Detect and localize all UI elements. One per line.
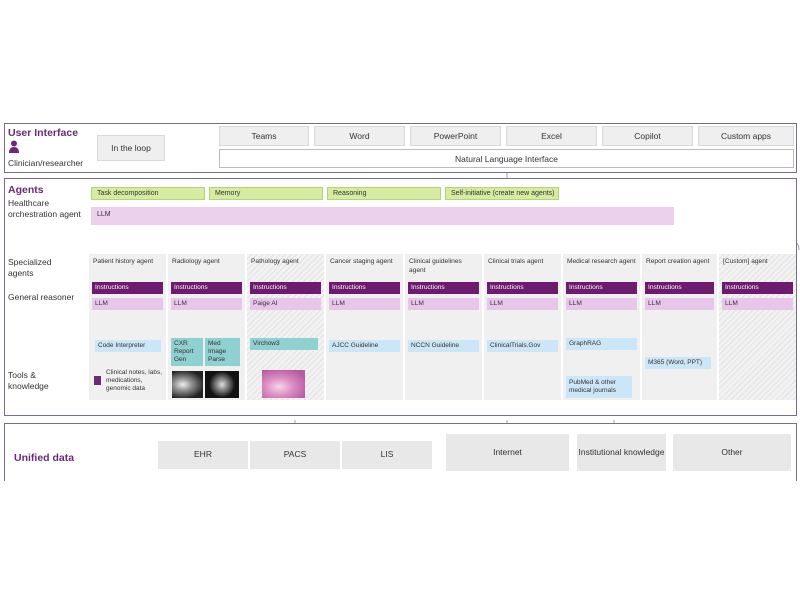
ct-scan-image [205, 371, 239, 398]
data-source-internet[interactable]: Internet [446, 434, 569, 471]
capability-reasoning: Reasoning [327, 187, 441, 200]
agent-column-clinical-guidelines[interactable]: Clinical guidelines agent Instructions L… [405, 254, 482, 400]
agent-name: Clinical guidelines agent [409, 258, 462, 274]
tool-clinical-data: Clinical notes, labs, medications, genom… [106, 369, 162, 393]
instructions-bar: Instructions [171, 282, 242, 294]
general-reasoner-label: General reasoner [8, 292, 75, 302]
in-the-loop-box: In the loop [97, 135, 165, 161]
specialized-agents-label: Specialized agents [8, 257, 52, 278]
agent-name: Radiology agent [172, 258, 220, 265]
instructions-bar: Instructions [329, 282, 400, 294]
llm-bar: LLM [408, 298, 479, 310]
orchestrator-llm: LLM [91, 207, 674, 225]
agent-column-cancer-staging[interactable]: Cancer staging agent Instructions LLM AJ… [326, 254, 403, 400]
pathology-slide-image [262, 370, 305, 398]
instructions-bar: Instructions [645, 282, 714, 294]
tool-m365: M365 (Word, PPT) [645, 357, 711, 369]
instructions-bar: Instructions [566, 282, 637, 294]
capability-memory: Memory [209, 187, 323, 200]
tool-pubmed: PubMed & other medical journals [566, 376, 632, 398]
chest-xray-image [172, 371, 203, 398]
llm-bar: LLM [645, 298, 714, 310]
llm-bar: LLM [171, 298, 242, 310]
instructions-bar: Instructions [250, 282, 321, 294]
unified-data-title: Unified data [14, 452, 75, 464]
tool-graphrag: GraphRAG [566, 338, 637, 350]
app-word[interactable]: Word [314, 126, 405, 146]
llm-bar: LLM [487, 298, 558, 310]
tool-cxr-report-gen: CXR Report Gen [171, 338, 203, 366]
tool-nccn-guideline: NCCN Guideline [408, 340, 479, 352]
natural-language-interface[interactable]: Natural Language Interface [219, 149, 794, 168]
llm-bar: LLM [566, 298, 637, 310]
agent-column-clinical-trials[interactable]: Clinical trials agent Instructions LLM C… [484, 254, 561, 400]
agents-title: Agents [8, 184, 44, 196]
capability-task-decomposition: Task decomposition [91, 187, 205, 200]
data-source-other[interactable]: Other [673, 434, 791, 471]
agent-column-pathology[interactable]: Pathology agent Instructions Paige AI Vi… [247, 254, 324, 400]
agent-name: Report creation agent [646, 258, 710, 265]
capability-self-initiative: Self-initiative (create new agents) [445, 187, 559, 200]
tool-code-interpreter: Code Interpreter [95, 340, 161, 352]
app-custom-apps[interactable]: Custom apps [698, 126, 794, 146]
agent-column-medical-research[interactable]: Medical research agent Instructions LLM … [563, 254, 640, 400]
agent-column-radiology[interactable]: Radiology agent Instructions LLM CXR Rep… [168, 254, 245, 400]
app-powerpoint[interactable]: PowerPoint [410, 126, 501, 146]
user-interface-subtitle: Clinician/researcher [8, 158, 84, 168]
llm-bar: LLM [329, 298, 400, 310]
instructions-bar: Instructions [92, 282, 163, 294]
data-source-ehr[interactable]: EHR [158, 441, 248, 469]
user-icon [9, 140, 19, 153]
tool-ajcc-guideline: AJCC Guideline [329, 340, 400, 352]
instructions-bar: Instructions [722, 282, 793, 294]
tool-med-image-parse: Med Image Parse [205, 338, 240, 366]
data-source-lis[interactable]: LIS [342, 441, 432, 469]
tool-virchow3: Virchow3 [250, 338, 318, 350]
agent-name: Clinical trials agent [488, 258, 544, 265]
instructions-bar: Instructions [408, 282, 479, 294]
agent-column-patient-history[interactable]: Patient history agent Instructions LLM C… [89, 254, 166, 400]
agent-column-report-creation[interactable]: Report creation agent Instructions LLM M… [642, 254, 717, 400]
tools-knowledge-label: Tools & knowledge [8, 370, 49, 391]
agent-name: Cancer staging agent [330, 258, 393, 265]
agent-name: [Custom] agent [723, 258, 768, 265]
instructions-bar: Instructions [487, 282, 558, 294]
app-excel[interactable]: Excel [506, 126, 597, 146]
data-source-pacs[interactable]: PACS [250, 441, 340, 469]
app-teams[interactable]: Teams [219, 126, 309, 146]
orchestration-agent-label: Healthcare orchestration agent [8, 198, 81, 219]
agent-column-custom[interactable]: [Custom] agent Instructions LLM [719, 254, 796, 400]
app-copilot[interactable]: Copilot [602, 126, 693, 146]
document-icon [94, 376, 101, 385]
agent-name: Patient history agent [93, 258, 154, 265]
agent-name: Pathology agent [251, 258, 299, 265]
paige-ai-bar: Paige AI [250, 298, 321, 310]
tool-clinicaltrials-gov: ClinicalTrials.Gov [487, 340, 558, 352]
agent-name: Medical research agent [567, 258, 636, 265]
user-interface-title: User Interface [8, 127, 79, 139]
llm-bar: LLM [92, 298, 163, 310]
llm-bar: LLM [722, 298, 793, 310]
data-source-institutional-knowledge[interactable]: Institutional knowledge [577, 434, 666, 471]
